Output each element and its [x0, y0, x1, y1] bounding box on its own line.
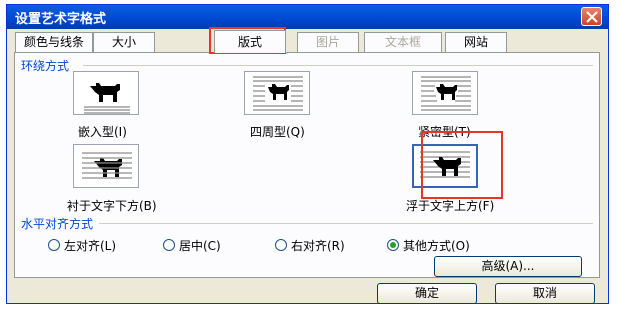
behind-text-wrap-icon — [82, 152, 132, 179]
ok-button[interactable]: 确定 — [377, 283, 477, 304]
wrap-option-inline[interactable] — [73, 71, 139, 115]
close-icon — [586, 11, 598, 23]
wrap-inline-label: 嵌入型(I) — [78, 125, 127, 139]
align-center-radio[interactable] — [163, 239, 175, 251]
tab-colors-lines[interactable]: 颜色与线条 — [15, 32, 93, 52]
wrap-square-label: 四周型(Q) — [250, 125, 305, 139]
wrap-behind-text-label: 衬于文字下方(B) — [67, 199, 157, 213]
wrap-in-front-label: 浮于文字上方(F) — [406, 199, 495, 213]
group-divider — [99, 223, 593, 224]
in-front-of-text-wrap-icon — [420, 151, 470, 178]
advanced-button[interactable]: 高级(A)... — [434, 256, 582, 277]
align-other-radio[interactable] — [387, 239, 399, 251]
tab-size[interactable]: 大小 — [93, 32, 155, 52]
tab-layout[interactable]: 版式 — [214, 30, 286, 53]
wrap-option-square[interactable] — [244, 71, 310, 115]
align-other-label[interactable]: 其他方式(O) — [403, 237, 470, 254]
wrap-option-behind-text[interactable] — [73, 144, 139, 188]
wrap-option-tight[interactable] — [412, 71, 478, 115]
wrap-tight-label: 紧密型(T) — [418, 125, 471, 139]
align-right-label[interactable]: 右对齐(R) — [291, 237, 345, 254]
title-bar[interactable]: 设置艺术字格式 — [7, 5, 608, 29]
horizontal-alignment-label: 水平对齐方式 — [21, 217, 94, 231]
square-wrap-icon — [253, 76, 303, 111]
inline-wrap-icon — [84, 83, 130, 114]
wrap-option-in-front-of-text[interactable] — [412, 144, 478, 188]
align-left-radio[interactable] — [48, 239, 60, 251]
tab-text-box: 文本框 — [364, 32, 442, 52]
close-button[interactable] — [581, 7, 602, 26]
align-center-label[interactable]: 居中(C) — [179, 237, 221, 254]
radio-selected-dot — [390, 242, 396, 248]
format-wordart-dialog: 设置艺术字格式 颜色与线条 大小 版式 图片 文本框 网站 环绕方式 嵌入型(I… — [6, 4, 609, 304]
align-right-radio[interactable] — [275, 239, 287, 251]
align-left-label[interactable]: 左对齐(L) — [64, 237, 116, 254]
tab-web[interactable]: 网站 — [445, 32, 507, 52]
wrapping-style-label: 环绕方式 — [21, 59, 70, 73]
tab-picture: 图片 — [297, 32, 359, 52]
tight-wrap-icon — [421, 76, 471, 111]
cancel-button[interactable]: 取消 — [495, 283, 595, 304]
group-divider — [83, 65, 593, 66]
dialog-title: 设置艺术字格式 — [15, 12, 107, 27]
layout-panel: 环绕方式 嵌入型(I) 四周型(Q) 紧密型(T) 衬于文字下方(B) 浮于文字… — [14, 52, 600, 278]
